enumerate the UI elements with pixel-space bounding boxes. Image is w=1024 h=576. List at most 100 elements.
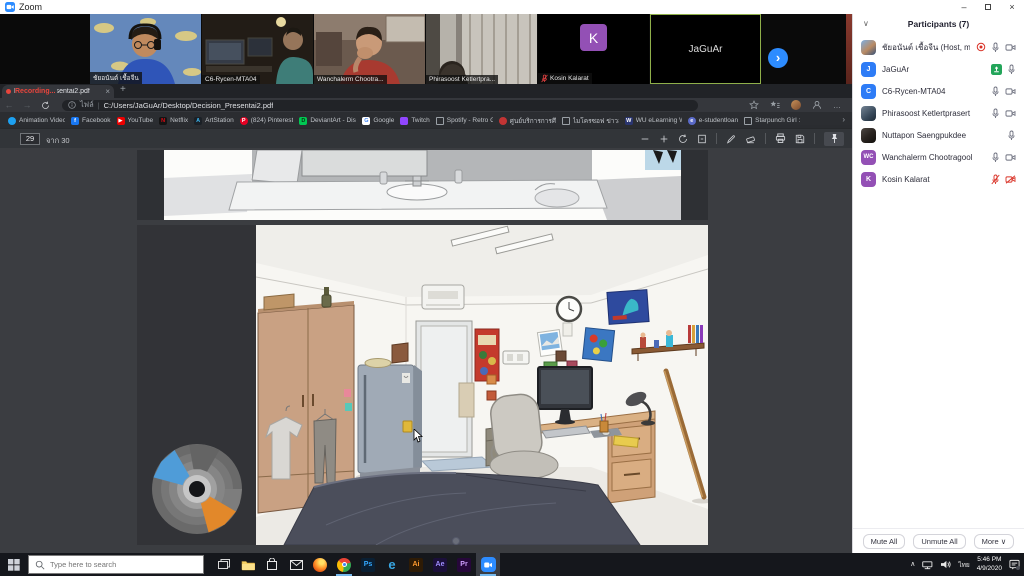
language-indicator[interactable]: ไทย — [958, 560, 969, 570]
mic-muted-icon[interactable] — [991, 174, 1000, 185]
participant-name: C6-Rycen-MTA04 — [882, 87, 985, 96]
mic-icon[interactable] — [991, 42, 1000, 53]
video-tile-kosin[interactable]: K Kosin Kalarat — [538, 14, 649, 84]
system-tray: ∧ ไทย 5:46 PM 4/9/2020 — [910, 553, 1020, 576]
page-number-input[interactable]: 29 — [20, 133, 40, 145]
page-info-icon[interactable] — [68, 101, 76, 109]
eraser-icon[interactable] — [745, 134, 756, 144]
bookmark-star-icon[interactable] — [749, 100, 759, 110]
chrome-button[interactable] — [332, 553, 356, 576]
address-bar[interactable]: ไฟล์ | C:/Users/JaGuAr/Desktop/Decision_… — [62, 100, 698, 111]
twitter-icon — [8, 117, 16, 125]
illustrator-button[interactable]: Ai — [404, 553, 428, 576]
profile-avatar[interactable] — [791, 100, 801, 110]
back-icon[interactable]: ← — [0, 98, 18, 112]
bookmark-item[interactable]: ee-studentloan — [688, 117, 738, 125]
firefox-button[interactable] — [308, 553, 332, 576]
bookmark-item[interactable]: DDeviantArt - Discov... — [299, 117, 356, 125]
taskbar-search[interactable] — [28, 555, 204, 574]
participant-row-kosin[interactable]: K Kosin Kalarat — [853, 168, 1024, 190]
bookmark-item[interactable]: Spotify - Retro Ga... — [436, 117, 493, 125]
reload-icon[interactable] — [36, 101, 54, 110]
avatar: K — [580, 24, 607, 51]
mic-icon[interactable] — [991, 86, 1000, 97]
participant-row-nuttapon[interactable]: Nuttapon Saengpukdee — [853, 124, 1024, 146]
bookmark-item[interactable]: AArtStation — [194, 117, 234, 125]
draw-pen-icon[interactable] — [726, 134, 736, 144]
participant-row-jaguar[interactable]: J JaGuAr — [853, 58, 1024, 80]
pin-toolbar-button[interactable] — [824, 132, 844, 146]
print-icon[interactable] — [775, 133, 786, 144]
bookmark-item[interactable]: P(824) Pinterest — [240, 117, 294, 125]
next-videos-button[interactable]: › — [768, 48, 788, 68]
mic-icon[interactable] — [1007, 130, 1016, 141]
photoshop-button[interactable]: Ps — [356, 553, 380, 576]
zoom-out-icon[interactable] — [640, 134, 650, 144]
participant-row-host[interactable]: ชัยอนันต์ เชื้อจีน (Host, me) — [853, 36, 1024, 58]
participant-row-wanchalerm[interactable]: WC Wanchalerm Chootragool — [853, 146, 1024, 168]
store-button[interactable] — [260, 553, 284, 576]
video-strip: ชัยอนันต์ เชื้อจีน C6-Rycen-MTA04 — [0, 14, 852, 84]
video-tile-name: Kosin Kalarat — [550, 75, 589, 82]
forward-icon[interactable]: → — [18, 98, 36, 112]
rotate-icon[interactable] — [678, 134, 688, 144]
task-view-button[interactable] — [212, 553, 236, 576]
zoom-in-icon[interactable] — [659, 134, 669, 144]
bookmark-item[interactable]: ▶YouTube — [117, 117, 154, 125]
action-center-icon[interactable] — [1009, 559, 1020, 570]
fit-page-icon[interactable] — [697, 134, 707, 144]
bookmark-item[interactable]: Animation Videos o... — [8, 117, 65, 125]
browser-tab[interactable]: Decision_Presentai2.pdf Recording... × — [2, 85, 114, 98]
bookmark-item[interactable]: Starpunch Girl : Sta... — [744, 117, 801, 125]
close-button[interactable]: × — [1000, 0, 1024, 14]
volume-icon[interactable] — [940, 560, 951, 569]
camera-icon[interactable] — [1005, 109, 1016, 118]
video-tile-jaguar-active-speaker[interactable]: JaGuAr — [650, 14, 761, 84]
bookmarks-overflow-icon[interactable]: › — [839, 115, 848, 124]
mic-icon[interactable] — [991, 152, 1000, 163]
search-input[interactable] — [50, 560, 190, 569]
new-tab-button[interactable]: + — [120, 84, 126, 95]
favorites-list-icon[interactable] — [770, 100, 780, 110]
mic-icon[interactable] — [991, 108, 1000, 119]
edge-button[interactable]: e — [380, 553, 404, 576]
bookmark-item[interactable]: fFacebook — [71, 117, 111, 125]
bookmark-item[interactable]: GGoogle — [362, 117, 394, 125]
minimize-button[interactable]: – — [952, 0, 976, 14]
camera-icon[interactable] — [1005, 153, 1016, 162]
bookmark-item[interactable]: ศูนย์บริการการศึกษา ม... — [499, 116, 556, 126]
account-icon[interactable] — [812, 100, 822, 110]
bookmark-item[interactable]: Twitch — [400, 117, 429, 125]
participant-row-phirasoost[interactable]: Phirasoost Ketlertprasert — [853, 102, 1024, 124]
zoom-taskbar-button[interactable] — [476, 553, 500, 576]
mic-icon[interactable] — [1007, 64, 1016, 75]
network-icon[interactable] — [922, 560, 933, 570]
file-explorer-button[interactable] — [236, 553, 260, 576]
bookmark-item[interactable]: WWU eLearning Wala... — [625, 117, 682, 125]
save-icon[interactable] — [795, 134, 805, 144]
mute-all-button[interactable]: Mute All — [863, 534, 906, 549]
camera-icon[interactable] — [1005, 43, 1016, 52]
bookmark-item[interactable]: ไมโครซอฟ ข่าวสารสำคัญ... — [562, 116, 619, 126]
more-button[interactable]: More ∨ — [974, 534, 1015, 549]
maximize-button[interactable] — [976, 0, 1000, 14]
tab-close-icon[interactable]: × — [105, 87, 110, 96]
camera-off-icon[interactable] — [1005, 175, 1016, 184]
browser-menu-icon[interactable]: … — [833, 101, 842, 110]
participant-row-c6-rycen[interactable]: C C6-Rycen-MTA04 — [853, 80, 1024, 102]
mail-button[interactable] — [284, 553, 308, 576]
taskbar-clock[interactable]: 5:46 PM 4/9/2020 — [977, 556, 1002, 574]
after-effects-button[interactable]: Ae — [428, 553, 452, 576]
start-button[interactable] — [0, 553, 28, 576]
video-tile-wanchalerm[interactable]: Wanchalerm Chootra... — [314, 14, 425, 84]
video-tile-c6-rycen[interactable]: C6-Rycen-MTA04 — [202, 14, 313, 84]
recording-indicator: Recording... — [15, 88, 57, 95]
video-tile-host[interactable]: ชัยอนันต์ เชื้อจีน — [90, 14, 201, 84]
pdf-viewer[interactable] — [0, 148, 852, 553]
camera-icon[interactable] — [1005, 87, 1016, 96]
unmute-all-button[interactable]: Unmute All — [913, 534, 965, 549]
bookmark-item[interactable]: NNetflix — [159, 117, 188, 125]
video-tile-phirasoost[interactable]: Phirasoost Ketlertpra... — [426, 14, 537, 84]
premiere-button[interactable]: Pr — [452, 553, 476, 576]
participant-name: Nuttapon Saengpukdee — [882, 131, 1001, 140]
